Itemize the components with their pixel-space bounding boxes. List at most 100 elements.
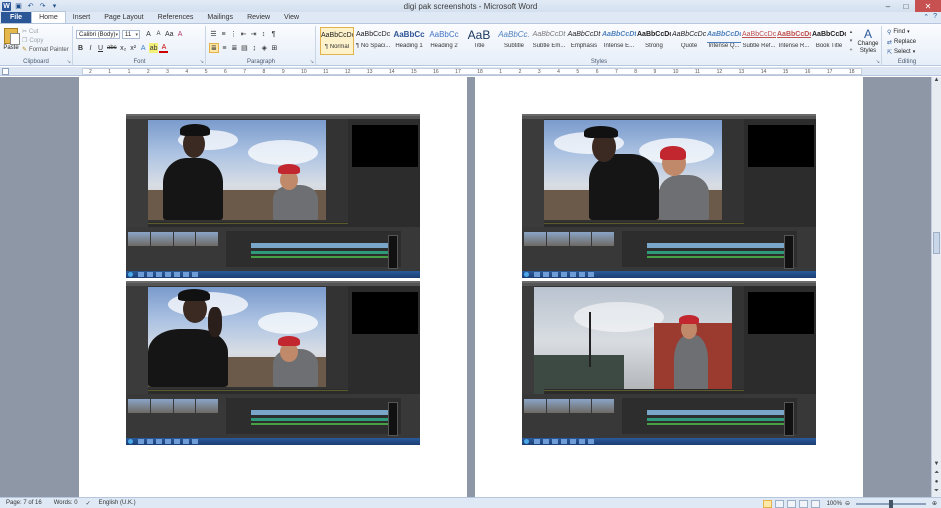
style-quote[interactable]: AaBbCcDc Quote — [672, 27, 706, 55]
increase-indent-icon[interactable]: ⇥ — [249, 29, 258, 39]
style-title[interactable]: AaB Title — [462, 27, 496, 55]
outline-view-button[interactable] — [798, 499, 808, 508]
style-no-spacing[interactable]: AaBbCcDc ¶ No Spaci... — [356, 27, 390, 55]
style-normal[interactable]: AaBbCcDc ¶ Normal — [320, 27, 354, 55]
screenshot-image[interactable] — [522, 281, 816, 445]
decrease-indent-icon[interactable]: ⇤ — [239, 29, 248, 39]
scroll-down-icon[interactable]: ▼ — [932, 461, 941, 470]
sort-icon[interactable]: ↕ — [259, 29, 268, 39]
select-browse-object-icon[interactable]: ● — [932, 479, 941, 488]
font-size-combo[interactable]: 11 — [122, 30, 140, 39]
superscript-button[interactable]: x² — [129, 43, 138, 53]
cut-button[interactable]: ✂ Cut — [22, 27, 69, 36]
replace-button[interactable]: ⇄ Replace — [887, 37, 916, 47]
borders-icon[interactable]: ⊞ — [270, 43, 279, 53]
find-button[interactable]: ⚲ Find ▾ — [887, 27, 916, 37]
tab-file[interactable]: File — [1, 12, 32, 23]
font-launcher-icon[interactable]: ↘ — [200, 59, 204, 65]
text-effects-button[interactable]: A — [139, 43, 148, 53]
print-layout-view-button[interactable] — [762, 499, 772, 508]
justify-icon[interactable]: ▤ — [240, 43, 249, 53]
align-left-icon[interactable]: ≣ — [209, 43, 219, 53]
subscript-button[interactable]: x₂ — [119, 43, 128, 53]
minimize-ribbon-icon[interactable]: ⌃ — [923, 13, 929, 21]
customize-icon[interactable]: ▾ — [50, 2, 59, 11]
style-subtitle[interactable]: AaBbCc. Subtitle — [497, 27, 531, 55]
help-icon[interactable]: ? — [933, 13, 937, 21]
screenshot-image[interactable] — [522, 114, 816, 278]
word-count[interactable]: Words: 0 — [48, 500, 84, 506]
style-subtle-reference[interactable]: AaBbCcDc Subtle Ref... — [742, 27, 776, 55]
screenshot-image[interactable] — [126, 281, 420, 445]
tab-review[interactable]: Review — [240, 12, 277, 23]
tab-mailings[interactable]: Mailings — [200, 12, 240, 23]
tab-insert[interactable]: Insert — [66, 12, 98, 23]
styles-gallery-scroll[interactable]: ▴ ▾ ⩡ — [848, 28, 854, 56]
paste-button[interactable]: Paste — [2, 27, 20, 57]
tab-page-layout[interactable]: Page Layout — [97, 12, 150, 23]
web-layout-view-button[interactable] — [786, 499, 796, 508]
change-case-button[interactable]: Aa — [164, 29, 175, 39]
word-icon[interactable]: W — [2, 1, 11, 11]
horizontal-ruler[interactable]: 2 1 1 2 3 4 5 6 7 8 9 10 11 12 13 14 15 16 17 18 1 2 3 4 5 6 7 8 9 10… — [0, 67, 941, 76]
shrink-font-button[interactable]: A — [154, 29, 163, 39]
tab-references[interactable]: References — [151, 12, 201, 23]
close-button[interactable]: ✕ — [915, 0, 941, 12]
page-count[interactable]: Page: 7 of 16 — [0, 500, 48, 506]
style-heading-1[interactable]: AaBbCc Heading 1 — [392, 27, 426, 55]
previous-page-icon[interactable]: ⏶ — [932, 470, 941, 479]
save-icon[interactable]: ▣ — [14, 2, 23, 11]
pilcrow-icon[interactable]: ¶ — [269, 29, 278, 39]
draft-view-button[interactable] — [810, 499, 820, 508]
document-area[interactable] — [0, 77, 931, 497]
maximize-button[interactable]: □ — [897, 0, 915, 12]
font-name-combo[interactable]: Calibri (Body) — [76, 30, 120, 39]
numbering-icon[interactable]: ≡ — [219, 29, 228, 39]
grow-font-button[interactable]: A — [144, 29, 153, 39]
zoom-slider[interactable] — [855, 499, 926, 508]
font-color-button[interactable]: A — [159, 43, 169, 53]
page-left[interactable] — [79, 77, 467, 497]
zoom-out-icon[interactable]: ⊖ — [845, 500, 850, 507]
style-subtle-emphasis[interactable]: AaBbCcDt Subtle Em... — [532, 27, 566, 55]
language[interactable]: English (U.K.) — [93, 500, 142, 506]
line-spacing-icon[interactable]: ↨ — [250, 43, 259, 53]
change-styles-button[interactable]: A Change Styles — [855, 27, 881, 57]
multilevel-list-icon[interactable]: ⋮ — [229, 29, 238, 39]
style-intense-emphasis[interactable]: AaBbCcDt Intense E... — [602, 27, 636, 55]
scroll-up-icon[interactable]: ▲ — [932, 77, 941, 86]
strikethrough-button[interactable]: abc — [106, 43, 118, 53]
bullets-icon[interactable]: ☰ — [209, 29, 218, 39]
copy-button[interactable]: ❐ Copy — [22, 36, 69, 45]
format-painter-button[interactable]: ✎ Format Painter — [22, 45, 69, 54]
shading-icon[interactable]: ◈ — [260, 43, 269, 53]
redo-icon[interactable]: ↷ — [38, 2, 47, 11]
tab-selector[interactable] — [2, 68, 9, 75]
italic-button[interactable]: I — [86, 43, 95, 53]
highlight-button[interactable]: ab — [148, 43, 159, 53]
clear-formatting-button[interactable]: A — [176, 29, 185, 39]
underline-button[interactable]: U — [96, 43, 105, 53]
select-button[interactable]: ⇱ Select ▾ — [887, 47, 916, 57]
bold-button[interactable]: B — [76, 43, 85, 53]
style-strong[interactable]: AaBbCcDc Strong — [637, 27, 671, 55]
vertical-scrollbar[interactable]: ▲ ▼ ⏶ ● ⏷ — [931, 77, 941, 497]
style-heading-2[interactable]: AaBbCc Heading 2 — [427, 27, 461, 55]
clipboard-launcher-icon[interactable]: ↘ — [67, 59, 71, 65]
style-intense-reference[interactable]: AaBbCcDc Intense R... — [777, 27, 811, 55]
full-screen-reading-view-button[interactable] — [774, 499, 784, 508]
minimize-button[interactable]: – — [879, 0, 897, 12]
zoom-level[interactable]: 100% — [827, 501, 842, 507]
page-right[interactable] — [475, 77, 863, 497]
align-right-icon[interactable]: ≣ — [230, 43, 239, 53]
scroll-thumb[interactable] — [933, 232, 940, 254]
align-center-icon[interactable]: ≡ — [220, 43, 229, 53]
style-book-title[interactable]: AaBbCcDc Book Title — [812, 27, 846, 55]
style-intense-quote[interactable]: AaBbCcDc Intense Q... — [707, 27, 741, 55]
style-emphasis[interactable]: AaBbCcDt Emphasis — [567, 27, 601, 55]
screenshot-image[interactable] — [126, 114, 420, 278]
styles-launcher-icon[interactable]: ↘ — [876, 59, 880, 65]
undo-icon[interactable]: ↶ — [26, 2, 35, 11]
next-page-icon[interactable]: ⏷ — [932, 488, 941, 497]
proofing-icon[interactable]: ✓ — [84, 500, 93, 507]
